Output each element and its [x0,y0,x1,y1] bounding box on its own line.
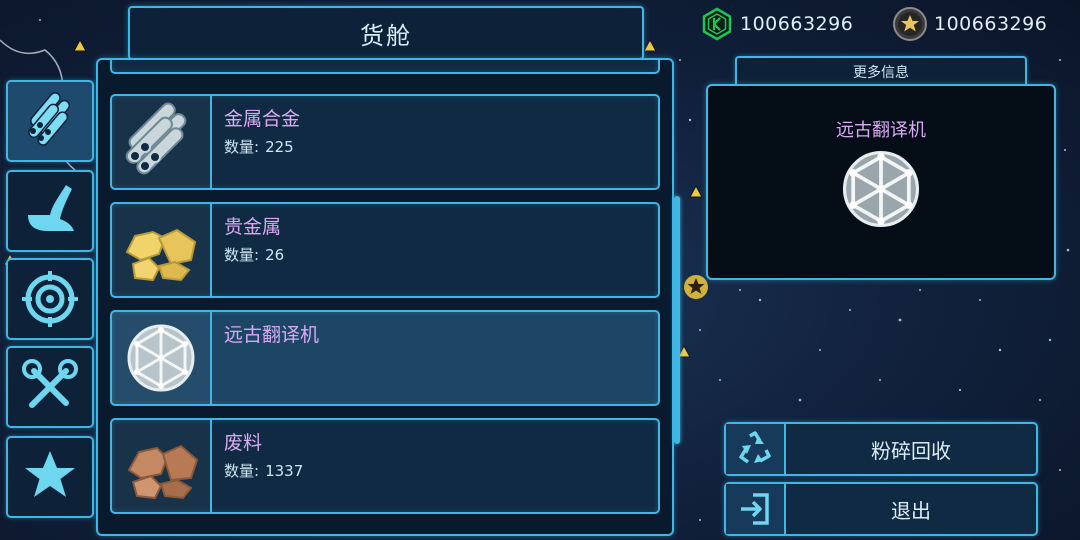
detail-item-name: 远古翻译机 [836,120,926,141]
item-quantity: 数量: 1337 [224,462,304,480]
tab-tools[interactable] [6,346,94,428]
cargo-item-precious-metal[interactable]: 贵金属 数量: 26 [110,202,660,298]
star-coin-icon [893,7,927,41]
item-name: 远古翻译机 [224,324,320,346]
item-name: 贵金属 [224,216,282,238]
item-quantity: 数量: 26 [224,246,285,264]
credits-value: 100663296 [740,13,854,35]
page-title: 货舱 [360,21,412,50]
recycle-icon [739,431,771,464]
exit-label: 退出 [891,498,931,523]
item-thumbnail [112,204,212,296]
credit-icon [702,7,732,41]
target-icon [22,271,78,327]
cargo-list[interactable]: 金属合金 数量: 225 贵金属 数量: 26 远古翻译机 废料 数量: 133… [96,58,674,536]
coins-display: 100663296 [892,6,1047,42]
ancient-translator-icon [842,150,920,228]
coins-value: 100663296 [934,13,1048,35]
precious-metal-icon [125,228,197,282]
cargo-item-scrap[interactable]: 废料 数量: 1337 [110,418,660,514]
list-scrollbar[interactable] [674,196,680,444]
item-name: 废料 [224,432,263,454]
item-thumbnail [112,312,212,404]
item-thumbnail [112,420,212,512]
item-quantity: 数量: 225 [224,138,294,156]
item-thumbnail [112,96,212,188]
recycle-label: 粉碎回收 [871,438,951,463]
item-name: 金属合金 [224,108,301,130]
metal-alloy-icon [125,102,187,175]
cargo-item-metal-alloy[interactable]: 金属合金 数量: 225 [110,94,660,190]
cargo-item-ancient-translator[interactable]: 远古翻译机 [110,310,660,406]
item-detail-panel: 远古翻译机 [706,84,1056,280]
exit-icon [741,493,769,525]
recycle-button[interactable]: 粉碎回收 [724,422,1038,476]
ancient-translator-icon [127,324,195,392]
tab-ship-parts[interactable] [6,170,94,252]
tab-favorites[interactable] [6,436,94,518]
tab-targets[interactable] [6,258,94,340]
scrap-icon [127,444,199,500]
more-info-label: 更多信息 [853,65,909,81]
tools-icon [22,359,78,408]
tab-materials[interactable] [6,80,94,162]
materials-icon [28,92,71,146]
page-title-bar: 货舱 [128,6,644,60]
credits-display: 100663296 [700,6,853,42]
list-item-partial [110,60,660,74]
star-icon [25,451,75,497]
exit-button[interactable]: 退出 [724,482,1038,536]
ship-part-icon [28,185,74,231]
